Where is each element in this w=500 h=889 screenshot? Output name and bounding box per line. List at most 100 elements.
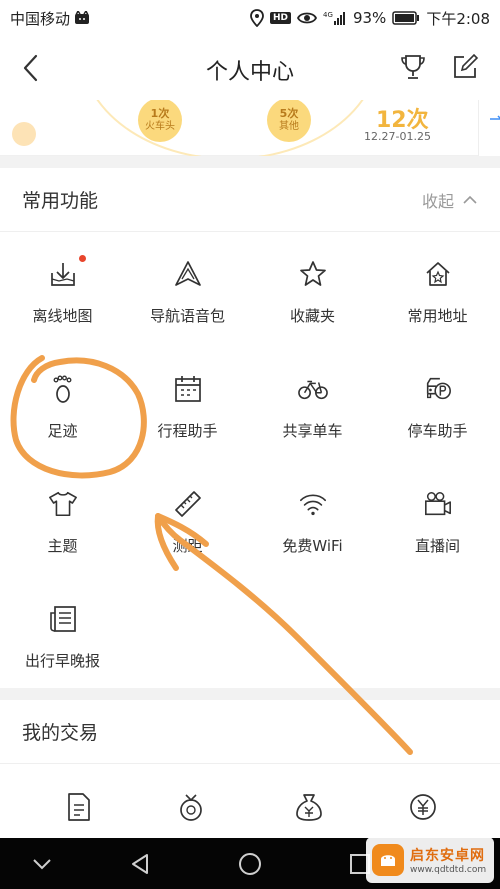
download-map-icon (48, 255, 86, 289)
func-label: 免费WiFi (282, 537, 343, 555)
common-functions-title: 常用功能 (22, 190, 99, 212)
watermark-title: 启东安卓网 (410, 848, 485, 864)
money-bag-icon (295, 794, 322, 821)
stat-bubble-other-label: 其他 (279, 120, 299, 132)
func-label: 出行早晚报 (24, 652, 100, 670)
status-bar: 中国移动 HD 4G 93% 下午2:08 (0, 0, 500, 36)
my-transactions-row (0, 764, 500, 838)
cat-notification-icon (74, 11, 90, 25)
location-pin-icon (250, 9, 264, 27)
func-common-address[interactable]: 常用地址 (375, 233, 500, 348)
func-label: 收藏夹 (289, 307, 335, 325)
site-watermark: 启东安卓网 www.qdtdtd.com (366, 837, 494, 883)
stats-dot-decoration (12, 122, 36, 146)
func-label: 直播间 (414, 537, 460, 555)
trade-coins[interactable] (128, 764, 253, 838)
chevron-up-icon (463, 195, 477, 204)
nav-home-button[interactable] (230, 844, 270, 884)
func-label: 行程助手 (157, 422, 218, 440)
func-footprint[interactable]: 足迹 (0, 348, 125, 463)
func-label: 常用地址 (407, 307, 468, 325)
func-label: 主题 (47, 537, 78, 555)
trade-orders[interactable] (16, 764, 141, 838)
newspaper-icon (48, 604, 78, 634)
carrier-name: 中国移动 (10, 9, 71, 28)
func-offline-map[interactable]: 离线地图 (0, 233, 125, 348)
func-measure-distance[interactable]: 测距 (125, 463, 250, 578)
status-left: 中国移动 (10, 8, 90, 29)
parking-car-icon (423, 374, 453, 404)
circle-home-icon (239, 852, 261, 875)
func-nav-voice[interactable]: 导航语音包 (125, 233, 250, 348)
signal-icon: 4G (323, 10, 347, 26)
func-label: 足迹 (47, 422, 78, 440)
tshirt-icon (48, 489, 78, 519)
func-label: 测距 (172, 537, 203, 555)
nav-back-button[interactable] (120, 844, 160, 884)
yuan-circle-icon (409, 794, 436, 820)
nav-collapse-button[interactable] (22, 844, 62, 884)
triangle-back-icon (132, 853, 148, 874)
battery-icon (392, 11, 420, 25)
chevron-down-icon (33, 858, 51, 869)
eye-icon (296, 11, 317, 25)
calendar-icon (173, 374, 203, 404)
android-robot-icon (381, 855, 395, 866)
trade-wallet[interactable] (246, 764, 371, 838)
stat-bubble-other-count: 5次 (279, 107, 299, 121)
watermark-logo (372, 844, 404, 876)
func-label: 导航语音包 (149, 307, 225, 325)
battery-percent: 93% (352, 9, 387, 27)
my-transactions-header: 我的交易 (0, 700, 500, 764)
wifi-icon (298, 489, 328, 519)
trophy-button[interactable] (398, 52, 428, 82)
func-live-room[interactable]: 直播间 (375, 463, 500, 578)
edit-button[interactable] (450, 52, 480, 82)
trade-payment[interactable] (360, 764, 485, 838)
trip-stats-strip: 1次 火车头 5次 其他 12次 12.27-01.25 (0, 100, 500, 156)
star-icon (298, 259, 328, 289)
common-functions-header: 常用功能 收起 (0, 168, 500, 232)
stat-bubble-train-label: 火车头 (145, 120, 175, 132)
stat-bubble-train: 1次 火车头 (138, 100, 182, 142)
func-travel-news[interactable]: 出行早晚报 (0, 578, 125, 693)
func-parking-assistant[interactable]: 停车助手 (375, 348, 500, 463)
coin-bag-icon (179, 794, 202, 821)
edit-icon (454, 53, 479, 78)
section-divider (0, 688, 500, 700)
home-star-icon (423, 259, 453, 289)
hd-badge: HD (269, 12, 291, 24)
document-icon (67, 793, 90, 821)
func-trip-assistant[interactable]: 行程助手 (125, 348, 250, 463)
video-camera-icon (423, 489, 453, 519)
status-right: HD 4G 93% 下午2:08 (250, 8, 490, 29)
func-label: 离线地图 (32, 307, 93, 325)
app-header: 个人中心 (0, 36, 500, 100)
section-divider (0, 156, 500, 168)
func-label: 停车助手 (407, 422, 468, 440)
func-favorites[interactable]: 收藏夹 (250, 233, 375, 348)
next-stats-card[interactable] (478, 100, 500, 156)
stat-bubble-train-count: 1次 (150, 107, 170, 121)
func-label: 共享单车 (282, 422, 343, 440)
func-free-wifi[interactable]: 免费WiFi (250, 463, 375, 578)
func-shared-bike[interactable]: 共享单车 (250, 348, 375, 463)
ruler-icon (173, 489, 203, 519)
watermark-url: www.qdtdtd.com (410, 865, 487, 875)
svg-text:4G: 4G (323, 11, 333, 19)
trophy-icon (401, 55, 425, 79)
footprint-icon (48, 374, 78, 404)
my-transactions-title: 我的交易 (22, 722, 99, 744)
stats-date-range: 12.27-01.25 (364, 130, 431, 143)
clock-time: 下午2:08 (426, 9, 490, 28)
navigation-voice-icon (173, 259, 203, 289)
collapse-label: 收起 (421, 191, 454, 211)
stat-bubble-other: 5次 其他 (267, 100, 311, 142)
collapse-toggle[interactable]: 收起 (422, 188, 478, 212)
new-badge-dot (78, 255, 86, 262)
trip-stats-card[interactable]: 1次 火车头 5次 其他 12次 12.27-01.25 (0, 100, 478, 156)
watermark-text: 启东安卓网 www.qdtdtd.com (410, 845, 486, 875)
arrow-icon (490, 115, 500, 120)
bicycle-icon (297, 374, 328, 404)
func-theme[interactable]: 主题 (0, 463, 125, 578)
